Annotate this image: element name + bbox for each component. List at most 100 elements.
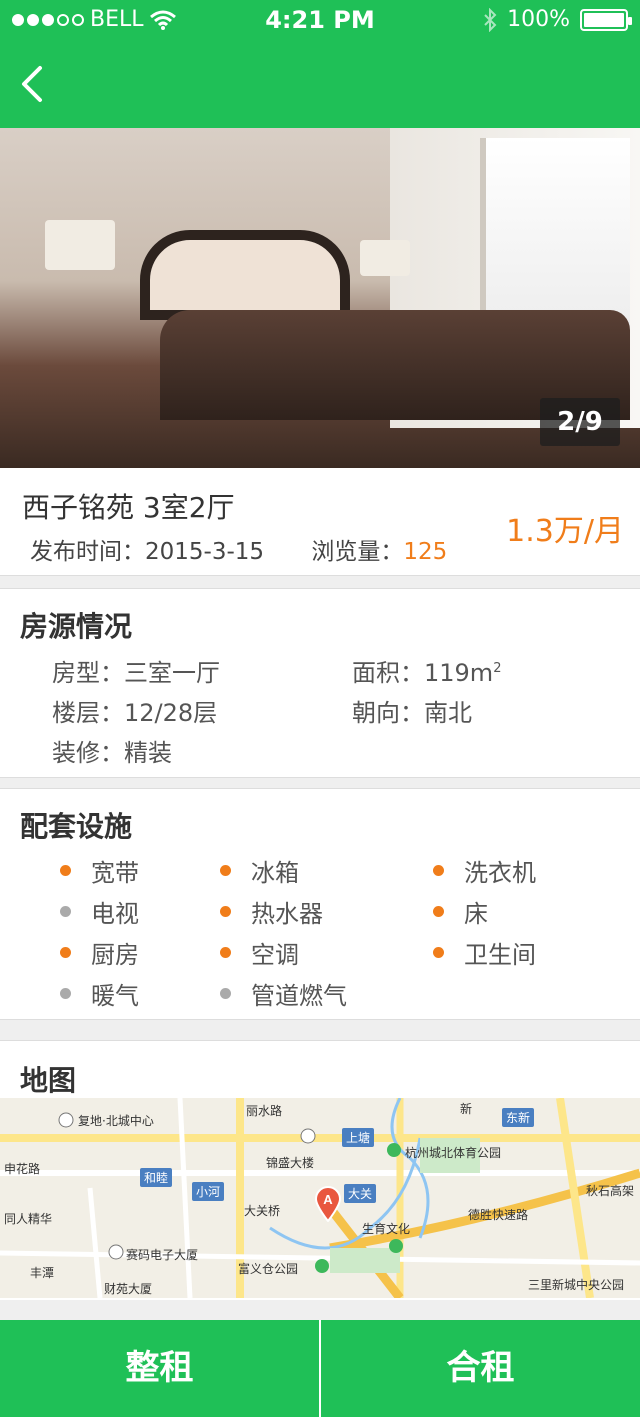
back-chevron-icon[interactable]: [14, 62, 54, 106]
available-dot-icon: [60, 947, 71, 958]
battery-icon: [580, 8, 632, 31]
map-label: 复地·北城中心: [78, 1114, 154, 1128]
photo-gallery[interactable]: 2/9: [0, 128, 640, 468]
facility-label: 冰箱: [251, 859, 299, 887]
available-dot-icon: [433, 865, 444, 876]
section-title: 地图: [20, 1064, 77, 1097]
bed-headboard: [140, 230, 350, 320]
orientation-label: 朝向：: [352, 699, 424, 727]
lamp-left: [45, 220, 115, 270]
battery-percent: 100%: [507, 7, 570, 32]
map-label: 东新: [502, 1108, 535, 1127]
map-label: 秋石高架: [586, 1184, 635, 1198]
floor-row: 楼层：12/28层: [52, 693, 217, 728]
available-dot-icon: [220, 865, 231, 876]
decoration-label: 装修：: [52, 739, 124, 767]
map-label: 小河: [192, 1182, 225, 1201]
wifi-icon: [149, 10, 176, 30]
section-title: 配套设施: [20, 810, 133, 843]
map-label: 杭州城北体育公园: [405, 1146, 502, 1160]
status-left: BELL: [12, 7, 176, 32]
signal-icon: [12, 13, 84, 26]
floor-value: 12/28层: [124, 699, 218, 727]
map-label: 上塘: [342, 1128, 375, 1147]
facility-item: 冰箱: [220, 853, 299, 888]
views-count: 125: [403, 539, 448, 565]
house-info-section: 房源情况 房型：三室一厅 面积：119m2 楼层：12/28层 朝向：南北 装修…: [0, 588, 640, 778]
facility-label: 电视: [91, 900, 139, 928]
available-dot-icon: [60, 865, 71, 876]
map-label: 大关桥: [244, 1204, 281, 1218]
available-dot-icon: [220, 906, 231, 917]
publish-date: 2015-3-15: [145, 539, 265, 565]
facility-label: 宽带: [91, 859, 139, 887]
status-right: 100%: [483, 7, 632, 32]
bottom-action-bar: 整租 合租: [0, 1320, 640, 1417]
listing-price: 1.3万/月: [506, 514, 624, 549]
unavailable-dot-icon: [220, 988, 231, 999]
publish-label: 发布时间：: [30, 539, 145, 565]
map-label: 丽水路: [246, 1104, 283, 1118]
facility-item: 电视: [60, 894, 139, 929]
map-view[interactable]: 复地·北城中心 锦盛大楼 杭州城北体育公园 和睦 小河 大关桥 大关 上塘 东新…: [0, 1098, 640, 1298]
area-value: 119m: [424, 659, 494, 687]
map-label: 生育文化: [362, 1222, 411, 1236]
lamp-right: [360, 240, 410, 276]
views-label: 浏览量：: [311, 539, 404, 565]
area-unit-sup: 2: [493, 661, 502, 676]
shared-rent-button[interactable]: 合租: [321, 1320, 640, 1417]
photo-counter: 2/9: [540, 398, 620, 446]
map-label: 大关: [344, 1184, 377, 1203]
map-label: 新: [460, 1102, 473, 1116]
listing-summary: 西子铭苑 3室2厅 发布时间：2015-3-15 浏览量：125 1.3万/月: [0, 468, 640, 576]
section-title: 房源情况: [20, 610, 133, 643]
orientation-row: 朝向：南北: [352, 693, 472, 728]
facility-item: 洗衣机: [433, 853, 536, 888]
pin-letter: A: [323, 1192, 333, 1207]
facility-item: 宽带: [60, 853, 139, 888]
location-pin-icon[interactable]: A: [314, 1186, 342, 1222]
layout-row: 房型：三室一厅: [52, 653, 220, 688]
map-label: 三里新城中央公园: [528, 1278, 625, 1292]
available-dot-icon: [220, 947, 231, 958]
layout-value: 三室一厅: [124, 659, 220, 687]
facilities-section: 配套设施 宽带 冰箱 洗衣机 电视 热水器 床厨房 空调 卫生间 暖气 管道燃气: [0, 788, 640, 1020]
facility-item: 床: [433, 894, 488, 929]
map-label: 德胜快速路: [468, 1208, 529, 1222]
map-label: 富义仓公园: [238, 1262, 299, 1276]
whole-rent-button[interactable]: 整租: [0, 1320, 321, 1417]
bluetooth-icon: [484, 7, 497, 32]
decoration-row: 装修：精装: [52, 733, 172, 768]
map-label: 赛码电子大厦: [126, 1248, 199, 1262]
unavailable-dot-icon: [60, 906, 71, 917]
map-label: 和睦: [140, 1168, 173, 1187]
nav-bar: [0, 40, 640, 128]
facility-label: 洗衣机: [464, 859, 536, 887]
map-label: 申花路: [4, 1162, 41, 1176]
available-dot-icon: [433, 947, 444, 958]
facility-label: 床: [464, 900, 488, 928]
area-row: 面积：119m2: [352, 653, 501, 688]
facility-label: 管道燃气: [251, 982, 347, 1010]
unavailable-dot-icon: [60, 988, 71, 999]
listing-title: 西子铭苑 3室2厅: [22, 491, 235, 524]
facility-item: 暖气: [60, 976, 139, 1011]
map-label: 财苑大厦: [104, 1282, 153, 1296]
floor-label: 楼层：: [52, 699, 124, 727]
facility-label: 空调: [251, 941, 299, 969]
facility-label: 暖气: [91, 982, 139, 1010]
facility-item: 管道燃气: [220, 976, 347, 1011]
carrier-name: BELL: [90, 7, 144, 32]
map-label: 同人精华: [4, 1212, 53, 1226]
facility-label: 厨房: [91, 941, 139, 969]
orientation-value: 南北: [424, 699, 472, 727]
listing-meta: 发布时间：2015-3-15 浏览量：125: [30, 532, 447, 566]
map-label: 锦盛大楼: [266, 1156, 315, 1170]
facility-label: 卫生间: [464, 941, 536, 969]
area-label: 面积：: [352, 659, 424, 687]
facility-item: 卫生间: [433, 935, 536, 970]
facility-item: 厨房: [60, 935, 139, 970]
layout-label: 房型：: [52, 659, 124, 687]
decoration-value: 精装: [124, 739, 172, 767]
facility-item: 空调: [220, 935, 299, 970]
